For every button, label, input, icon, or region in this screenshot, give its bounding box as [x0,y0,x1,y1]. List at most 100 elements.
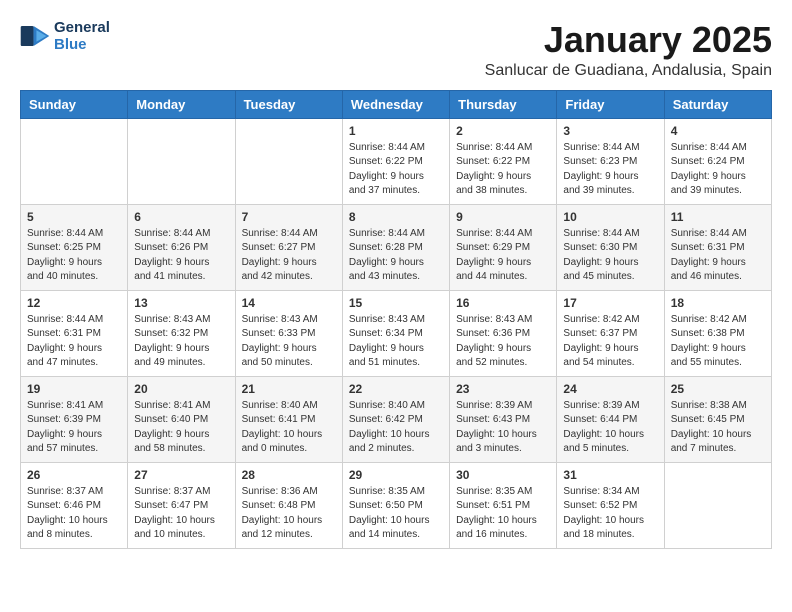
calendar-cell: 3Sunrise: 8:44 AM Sunset: 6:23 PM Daylig… [557,118,664,204]
calendar-cell: 2 Sunrise: 8:44 AM Sunset: 6:22 PM Daylig… [450,118,557,204]
day-info: Sunrise: 8:44 AM Sunset: 6:27 PM Dayligh… [242,227,336,285]
calendar-cell [128,118,235,204]
day-header-thursday: Thursday [450,90,557,118]
calendar-cell: 27 Sunrise: 8:37 AM Sunset: 6:47 PM Dayli… [128,462,235,548]
day-number: 17 [563,296,657,310]
calendar-cell: 28 Sunrise: 8:36 AM Sunset: 6:48 PM Dayli… [235,462,342,548]
day-number: 19 [27,382,121,396]
day-info: Sunrise: 8:44 AM Sunset: 6:22 PM Dayligh… [456,141,550,199]
day-info: Sunrise: 8:44 AM Sunset: 6:31 PM Dayligh… [27,313,121,371]
day-info: Sunrise: 8:35 AM Sunset: 6:50 PM Dayligh… [349,485,443,543]
calendar-cell: 9 Sunrise: 8:44 AM Sunset: 6:29 PM Daylig… [450,204,557,290]
day-info: Sunrise: 8:44 AM Sunset: 6:26 PM Dayligh… [134,227,228,285]
day-info: Sunrise: 8:38 AM Sunset: 6:45 PM Dayligh… [671,399,765,457]
day-info: Sunrise: 8:44 AM Sunset: 6:29 PM Dayligh… [456,227,550,285]
day-info: Sunrise: 8:44 AM Sunset: 6:31 PM Dayligh… [671,227,765,285]
day-header-sunday: Sunday [21,90,128,118]
day-number: 7 [242,210,336,224]
calendar-cell: 23Sunrise: 8:39 AM Sunset: 6:43 PM Dayli… [450,376,557,462]
day-info: Sunrise: 8:41 AM Sunset: 6:40 PM Dayligh… [134,399,228,457]
day-header-monday: Monday [128,90,235,118]
day-number: 2 [456,124,550,138]
day-info: Sunrise: 8:37 AM Sunset: 6:46 PM Dayligh… [27,485,121,543]
calendar-cell: 25 Sunrise: 8:38 AM Sunset: 6:45 PM Dayli… [664,376,771,462]
calendar-week-3: 19 Sunrise: 8:41 AM Sunset: 6:39 PM Dayli… [21,376,772,462]
day-number: 16 [456,296,550,310]
day-header-saturday: Saturday [664,90,771,118]
day-number: 10 [563,210,657,224]
day-info: Sunrise: 8:44 AM Sunset: 6:25 PM Dayligh… [27,227,121,285]
day-info: Sunrise: 8:41 AM Sunset: 6:39 PM Dayligh… [27,399,121,457]
day-info: Sunrise: 8:44 AM Sunset: 6:30 PM Dayligh… [563,227,657,285]
day-number: 25 [671,382,765,396]
calendar-week-2: 12 Sunrise: 8:44 AM Sunset: 6:31 PM Dayli… [21,290,772,376]
calendar-cell: 29 Sunrise: 8:35 AM Sunset: 6:50 PM Dayli… [342,462,449,548]
calendar-cell [235,118,342,204]
calendar-title: January 2025 [485,20,772,60]
day-number: 30 [456,468,550,482]
day-number: 29 [349,468,443,482]
logo-text-blue: Blue [54,37,110,54]
day-info: Sunrise: 8:35 AM Sunset: 6:51 PM Dayligh… [456,485,550,543]
day-header-tuesday: Tuesday [235,90,342,118]
calendar-cell: 24 Sunrise: 8:39 AM Sunset: 6:44 PM Dayli… [557,376,664,462]
day-number: 13 [134,296,228,310]
calendar-table: SundayMondayTuesdayWednesdayThursdayFrid… [20,90,772,549]
day-info: Sunrise: 8:34 AM Sunset: 6:52 PM Dayligh… [563,485,657,543]
day-number: 6 [134,210,228,224]
calendar-cell: 16Sunrise: 8:43 AM Sunset: 6:36 PM Dayli… [450,290,557,376]
calendar-header-row: SundayMondayTuesdayWednesdayThursdayFrid… [21,90,772,118]
day-number: 4 [671,124,765,138]
day-number: 14 [242,296,336,310]
title-section: January 2025 Sanlucar de Guadiana, Andal… [485,20,772,80]
day-info: Sunrise: 8:42 AM Sunset: 6:38 PM Dayligh… [671,313,765,371]
day-number: 12 [27,296,121,310]
day-info: Sunrise: 8:39 AM Sunset: 6:43 PM Dayligh… [456,399,550,457]
day-number: 11 [671,210,765,224]
calendar-cell: 4Sunrise: 8:44 AM Sunset: 6:24 PM Daylig… [664,118,771,204]
calendar-cell: 14 Sunrise: 8:43 AM Sunset: 6:33 PM Dayli… [235,290,342,376]
day-number: 20 [134,382,228,396]
day-number: 1 [349,124,443,138]
day-number: 5 [27,210,121,224]
day-number: 9 [456,210,550,224]
day-number: 31 [563,468,657,482]
day-info: Sunrise: 8:39 AM Sunset: 6:44 PM Dayligh… [563,399,657,457]
day-header-friday: Friday [557,90,664,118]
calendar-cell: 10 Sunrise: 8:44 AM Sunset: 6:30 PM Dayli… [557,204,664,290]
day-info: Sunrise: 8:36 AM Sunset: 6:48 PM Dayligh… [242,485,336,543]
calendar-cell: 8 Sunrise: 8:44 AM Sunset: 6:28 PM Daylig… [342,204,449,290]
day-info: Sunrise: 8:43 AM Sunset: 6:32 PM Dayligh… [134,313,228,371]
day-info: Sunrise: 8:43 AM Sunset: 6:33 PM Dayligh… [242,313,336,371]
calendar-week-1: 5 Sunrise: 8:44 AM Sunset: 6:25 PM Daylig… [21,204,772,290]
calendar-week-4: 26Sunrise: 8:37 AM Sunset: 6:46 PM Dayli… [21,462,772,548]
logo: General Blue [20,20,110,53]
page-header: General Blue January 2025 Sanlucar de Gu… [20,20,772,80]
day-number: 22 [349,382,443,396]
logo-text-general: General [54,20,110,37]
calendar-cell: 21Sunrise: 8:40 AM Sunset: 6:41 PM Dayli… [235,376,342,462]
day-info: Sunrise: 8:40 AM Sunset: 6:41 PM Dayligh… [242,399,336,457]
day-info: Sunrise: 8:37 AM Sunset: 6:47 PM Dayligh… [134,485,228,543]
calendar-cell: 7 Sunrise: 8:44 AM Sunset: 6:27 PM Daylig… [235,204,342,290]
calendar-cell: 20 Sunrise: 8:41 AM Sunset: 6:40 PM Dayli… [128,376,235,462]
calendar-cell: 17 Sunrise: 8:42 AM Sunset: 6:37 PM Dayli… [557,290,664,376]
day-number: 27 [134,468,228,482]
day-number: 8 [349,210,443,224]
calendar-week-0: 1 Sunrise: 8:44 AM Sunset: 6:22 PM Daylig… [21,118,772,204]
day-info: Sunrise: 8:42 AM Sunset: 6:37 PM Dayligh… [563,313,657,371]
calendar-cell: 22Sunrise: 8:40 AM Sunset: 6:42 PM Dayli… [342,376,449,462]
calendar-cell: 6 Sunrise: 8:44 AM Sunset: 6:26 PM Daylig… [128,204,235,290]
day-info: Sunrise: 8:44 AM Sunset: 6:22 PM Dayligh… [349,141,443,199]
calendar-cell: 18 Sunrise: 8:42 AM Sunset: 6:38 PM Dayli… [664,290,771,376]
calendar-cell: 26Sunrise: 8:37 AM Sunset: 6:46 PM Dayli… [21,462,128,548]
calendar-cell: 30 Sunrise: 8:35 AM Sunset: 6:51 PM Dayli… [450,462,557,548]
day-header-wednesday: Wednesday [342,90,449,118]
day-number: 28 [242,468,336,482]
day-number: 24 [563,382,657,396]
calendar-body: 1 Sunrise: 8:44 AM Sunset: 6:22 PM Daylig… [21,118,772,548]
day-number: 18 [671,296,765,310]
calendar-cell: 5 Sunrise: 8:44 AM Sunset: 6:25 PM Daylig… [21,204,128,290]
day-info: Sunrise: 8:44 AM Sunset: 6:28 PM Dayligh… [349,227,443,285]
calendar-cell: 31 Sunrise: 8:34 AM Sunset: 6:52 PM Dayli… [557,462,664,548]
